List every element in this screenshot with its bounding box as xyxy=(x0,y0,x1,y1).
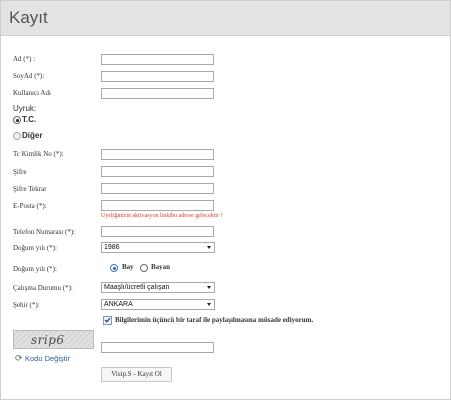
cinsiyet-bay-label: Bay xyxy=(122,263,134,271)
uyruk-tc-radio[interactable] xyxy=(13,116,21,124)
uyruk-tc-label: T.C. xyxy=(22,115,37,124)
soyad-label: SoyAd (*): xyxy=(13,72,45,80)
cinsiyet-bayan-label: Bayan xyxy=(151,263,171,271)
sehir-select[interactable]: ANKARA xyxy=(101,299,215,310)
dogum-yili-select[interactable]: 1986 xyxy=(101,242,215,253)
dogum-yili-value: 1986 xyxy=(104,244,120,251)
consent-checkbox[interactable] xyxy=(103,316,112,325)
captcha-text: srip6 xyxy=(31,333,65,347)
username-input[interactable] xyxy=(101,88,214,99)
consent-label: Bilgilerimin üçüncü bir taraf ile paylaş… xyxy=(115,316,314,324)
captcha-input[interactable] xyxy=(101,342,214,353)
sifre-label: Şifre xyxy=(13,168,27,176)
calisma-select[interactable]: Maaşlı/ücretli çalışan xyxy=(101,282,215,293)
chevron-down-icon xyxy=(207,246,211,249)
panel-header: Kayıt xyxy=(1,1,450,36)
eposta-label: E-Posta (*): xyxy=(13,202,47,210)
calisma-label: Çalışma Durumu (*): xyxy=(13,284,73,292)
tc-label: Tc Kimlik No (*): xyxy=(13,150,64,158)
sifre-tekrar-input[interactable] xyxy=(101,183,214,194)
eposta-hint: Uyeliğinizin aktivasyon linkibu adrese g… xyxy=(101,213,223,219)
telefon-input[interactable] xyxy=(101,226,214,237)
eposta-input[interactable] xyxy=(101,200,214,211)
submit-button[interactable]: Visip.S - Kayıt Ol xyxy=(101,367,172,382)
page-title: Kayıt xyxy=(9,8,48,27)
ad-input[interactable] xyxy=(101,54,214,65)
username-label: Kullanıcı Adı xyxy=(13,89,51,97)
dogum-yili-label: Doğum yılı (*): xyxy=(13,244,57,252)
tc-input[interactable] xyxy=(101,149,214,160)
chevron-down-icon xyxy=(207,286,211,289)
chevron-down-icon xyxy=(207,303,211,306)
uyruk-diger-radio[interactable] xyxy=(13,132,21,140)
sehir-label: Şehir (*): xyxy=(13,301,40,309)
sehir-value: ANKARA xyxy=(104,301,133,308)
refresh-captcha-link[interactable]: ⟳ Kodu Değiştir xyxy=(15,353,70,364)
soyad-input[interactable] xyxy=(101,71,214,82)
sifre-input[interactable] xyxy=(101,166,214,177)
calisma-value: Maaşlı/ücretli çalışan xyxy=(104,284,170,291)
cinsiyet-bay-radio[interactable] xyxy=(110,264,118,272)
refresh-captcha-label: Kodu Değiştir xyxy=(25,354,71,363)
captcha-image: srip6 xyxy=(13,330,94,349)
sifre-tekrar-label: Şifre Tekrar xyxy=(13,185,47,193)
telefon-label: Telefon Numarası (*): xyxy=(13,228,76,236)
ad-label: Ad (*) : xyxy=(13,55,36,63)
refresh-icon: ⟳ xyxy=(15,353,23,363)
cinsiyet-label: Doğum yılı (*): xyxy=(13,265,57,273)
cinsiyet-bayan-radio[interactable] xyxy=(140,264,148,272)
uyruk-label: Uyruk: xyxy=(13,104,37,113)
uyruk-diger-label: Diğer xyxy=(22,131,43,140)
